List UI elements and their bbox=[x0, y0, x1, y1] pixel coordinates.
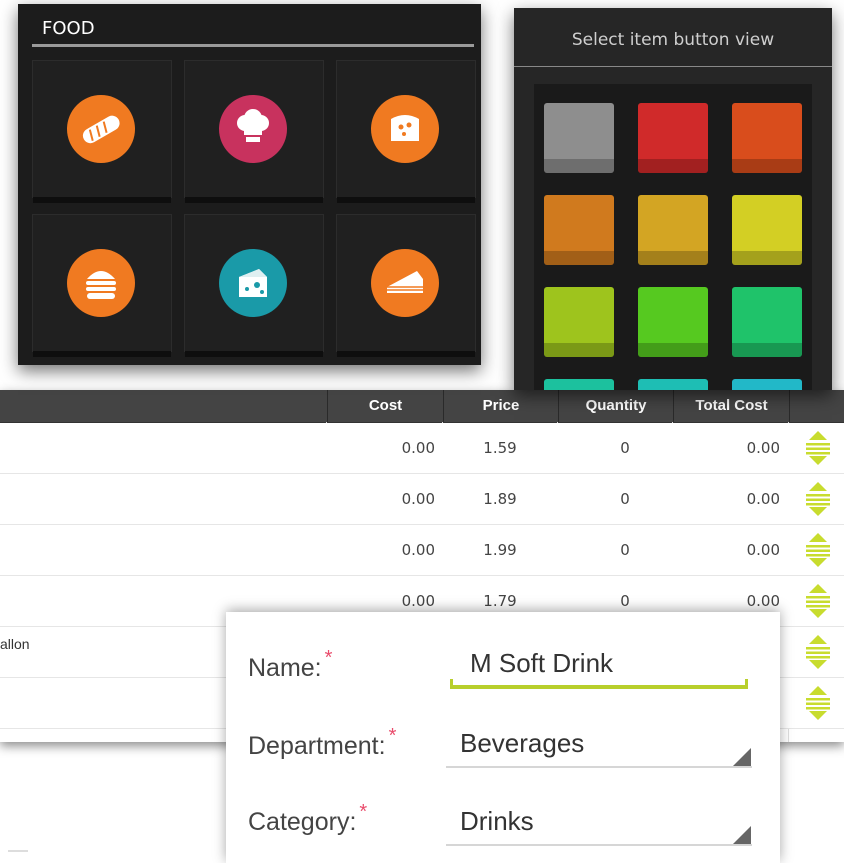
swatch-shade bbox=[544, 343, 614, 357]
color-swatch[interactable] bbox=[544, 103, 614, 173]
reorder-handle-icon[interactable] bbox=[803, 428, 833, 468]
department-label: Department: * bbox=[248, 725, 396, 761]
color-swatch[interactable] bbox=[638, 103, 708, 173]
name-label: Name: * bbox=[248, 647, 332, 683]
header-price[interactable]: Price bbox=[443, 390, 558, 422]
color-swatch[interactable] bbox=[732, 287, 802, 357]
department-select[interactable]: Beverages bbox=[460, 728, 584, 759]
color-swatch[interactable] bbox=[732, 195, 802, 265]
reorder-handle-icon[interactable] bbox=[803, 632, 833, 672]
header-total-cost[interactable]: Total Cost bbox=[673, 390, 789, 422]
category-select-underline bbox=[446, 844, 752, 846]
category-label: Category: * bbox=[248, 801, 367, 837]
divider bbox=[514, 66, 832, 67]
table-row[interactable]: 0.00 1.99 0 0.00 bbox=[0, 525, 844, 576]
food-tile-chef[interactable] bbox=[184, 60, 324, 203]
reorder-handle-icon[interactable] bbox=[803, 581, 833, 621]
food-tile-burger[interactable] bbox=[32, 214, 172, 357]
header-actions bbox=[789, 390, 844, 422]
swatch-shade bbox=[638, 343, 708, 357]
bread-icon bbox=[67, 95, 135, 163]
food-tile-cheese-slice[interactable] bbox=[336, 60, 476, 203]
underline-tick bbox=[450, 679, 453, 689]
swatch-shade bbox=[544, 251, 614, 265]
color-swatch[interactable] bbox=[638, 379, 708, 390]
row-item-name bbox=[0, 423, 320, 473]
swatch-shade bbox=[732, 251, 802, 265]
total-cost-cell: 0.00 bbox=[746, 490, 780, 508]
divider bbox=[8, 850, 28, 852]
price-cell: 1.89 bbox=[483, 490, 517, 508]
header-quantity[interactable]: Quantity bbox=[558, 390, 673, 422]
dropdown-arrow-icon[interactable] bbox=[733, 826, 751, 844]
swatch-grid bbox=[534, 84, 812, 390]
color-swatch[interactable] bbox=[638, 287, 708, 357]
required-marker: * bbox=[324, 647, 333, 669]
required-marker: * bbox=[388, 725, 397, 747]
underline-tick bbox=[745, 679, 748, 689]
price-cell: 1.99 bbox=[483, 541, 517, 559]
quantity-cell: 0 bbox=[620, 439, 630, 457]
reorder-handle-icon[interactable] bbox=[803, 530, 833, 570]
swatch-shade bbox=[544, 159, 614, 173]
row-item-name bbox=[0, 474, 320, 524]
header-name bbox=[0, 390, 326, 422]
swatch-shade bbox=[732, 343, 802, 357]
food-category-panel: FOOD bbox=[18, 4, 481, 365]
reorder-handle-icon[interactable] bbox=[803, 683, 833, 723]
department-label-text: Department: bbox=[248, 732, 386, 760]
swatch-shade bbox=[732, 159, 802, 173]
dropdown-arrow-icon[interactable] bbox=[733, 748, 751, 766]
name-label-text: Name: bbox=[248, 654, 322, 682]
color-swatch[interactable] bbox=[544, 195, 614, 265]
table-row[interactable]: 0.00 1.59 0 0.00 bbox=[0, 423, 844, 474]
quantity-cell: 0 bbox=[620, 490, 630, 508]
total-cost-cell: 0.00 bbox=[746, 541, 780, 559]
department-select-underline bbox=[446, 766, 752, 768]
category-select[interactable]: Drinks bbox=[460, 806, 534, 837]
title-underline bbox=[32, 44, 474, 47]
picker-title: Select item button view bbox=[571, 30, 775, 50]
food-tile-cake[interactable] bbox=[336, 214, 476, 357]
color-swatch[interactable] bbox=[544, 379, 614, 390]
reorder-handle-icon[interactable] bbox=[803, 479, 833, 519]
table-row[interactable]: 0.00 1.89 0 0.00 bbox=[0, 474, 844, 525]
category-label-text: Category: bbox=[248, 808, 357, 836]
name-field-underline bbox=[450, 685, 748, 689]
color-swatch[interactable] bbox=[732, 103, 802, 173]
item-edit-form: Name: * M Soft Drink Department: * Beverag… bbox=[226, 612, 780, 863]
cheese-block-icon bbox=[219, 249, 287, 317]
cheese-slice-icon bbox=[371, 95, 439, 163]
food-tile-cheese-block[interactable] bbox=[184, 214, 324, 357]
food-tile-bread[interactable] bbox=[32, 60, 172, 203]
row-item-name bbox=[0, 525, 320, 575]
cake-slice-icon bbox=[371, 249, 439, 317]
category-title: FOOD bbox=[42, 18, 95, 39]
color-swatch[interactable] bbox=[638, 195, 708, 265]
swatch-shade bbox=[638, 159, 708, 173]
total-cost-cell: 0.00 bbox=[746, 439, 780, 457]
name-field[interactable]: M Soft Drink bbox=[470, 648, 613, 679]
button-view-picker: Select item button view bbox=[514, 8, 832, 390]
chef-hat-icon bbox=[219, 95, 287, 163]
header-cost[interactable]: Cost bbox=[327, 390, 443, 422]
cost-cell: 0.00 bbox=[401, 541, 435, 559]
burger-icon bbox=[67, 249, 135, 317]
table-header: Cost Price Quantity Total Cost bbox=[0, 390, 844, 423]
swatch-shade bbox=[638, 251, 708, 265]
cost-cell: 0.00 bbox=[401, 490, 435, 508]
color-swatch[interactable] bbox=[732, 379, 802, 390]
color-swatch[interactable] bbox=[544, 287, 614, 357]
cost-cell: 0.00 bbox=[401, 439, 435, 457]
price-cell: 1.59 bbox=[483, 439, 517, 457]
required-marker: * bbox=[359, 801, 368, 823]
quantity-cell: 0 bbox=[620, 541, 630, 559]
